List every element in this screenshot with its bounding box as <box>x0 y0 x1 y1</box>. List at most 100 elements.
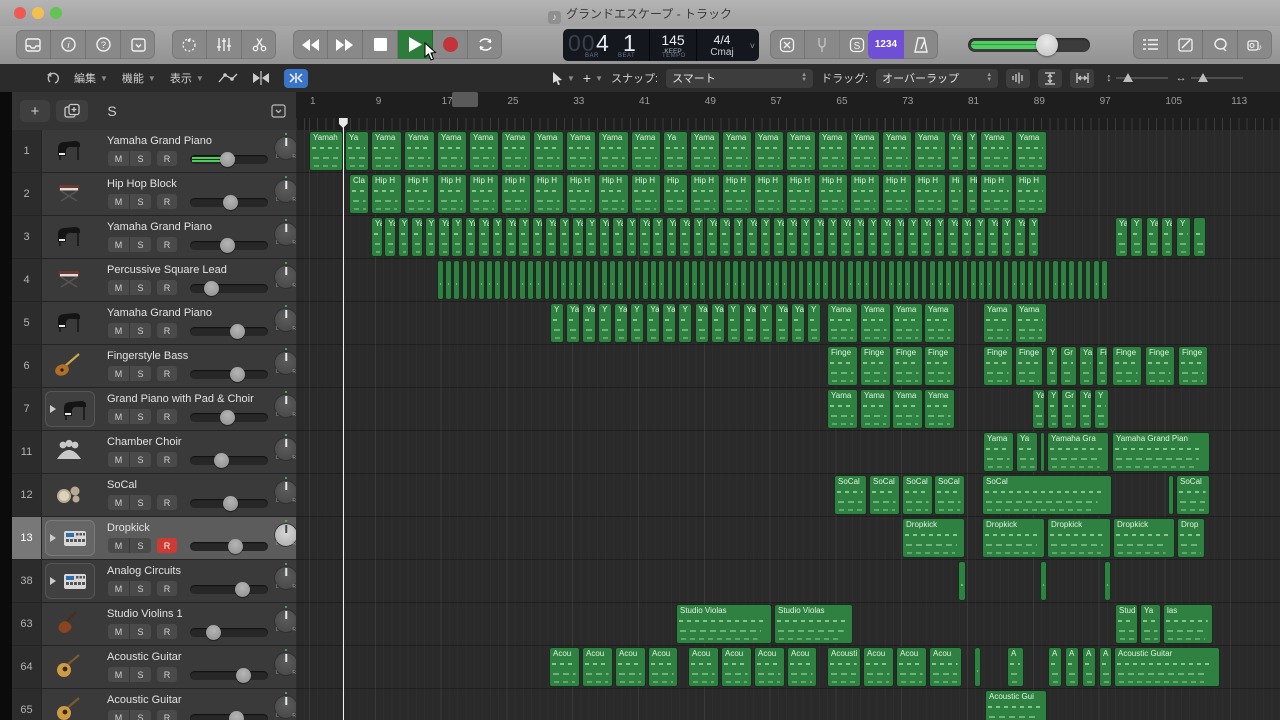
midi-region-sliver[interactable] <box>781 260 788 300</box>
midi-region[interactable]: Ya <box>1014 217 1026 257</box>
midi-region[interactable]: Ya <box>786 217 798 257</box>
mute-button[interactable]: M <box>108 237 130 252</box>
midi-region-sliver[interactable] <box>601 260 608 300</box>
track-name[interactable]: Yamaha Grand Piano <box>107 135 212 147</box>
loop-browser-icon[interactable] <box>1203 30 1238 59</box>
midi-region[interactable]: Dropkick <box>1113 518 1175 558</box>
midi-region[interactable]: Ya <box>465 217 477 257</box>
solo-button[interactable]: S <box>130 538 151 553</box>
midi-region[interactable]: Ya <box>775 303 789 343</box>
track-volume-slider[interactable] <box>190 542 268 551</box>
smart-controls-icon[interactable] <box>172 30 207 59</box>
midi-region-sliver[interactable] <box>478 260 485 300</box>
track-volume-slider[interactable] <box>190 241 268 250</box>
pan-knob[interactable]: LR <box>274 566 298 590</box>
midi-region[interactable]: Hip H <box>818 174 848 214</box>
midi-region[interactable]: Ya <box>582 303 596 343</box>
midi-region-sliver[interactable] <box>683 260 690 300</box>
midi-region-sliver[interactable] <box>1052 260 1059 300</box>
midi-region[interactable]: Y <box>585 217 597 257</box>
track-disclosure[interactable] <box>45 391 95 427</box>
midi-region-sliver[interactable] <box>1003 260 1010 300</box>
midi-region[interactable]: Finge <box>1112 346 1142 386</box>
midi-region[interactable]: SoCal <box>982 475 1112 515</box>
midi-region-sliver[interactable] <box>814 260 821 300</box>
midi-region[interactable]: Yama <box>924 303 955 343</box>
midi-region[interactable]: Yama <box>914 131 946 171</box>
master-solo-button[interactable]: S <box>98 100 126 122</box>
midi-region[interactable]: Y <box>733 217 745 257</box>
record-enable-button[interactable]: R <box>157 366 177 381</box>
midi-region[interactable]: A <box>1007 647 1024 687</box>
midi-region[interactable]: Hip <box>663 174 688 214</box>
midi-region-sliver[interactable] <box>494 260 501 300</box>
midi-region[interactable]: Ya <box>961 217 973 257</box>
replace-mode-icon[interactable] <box>770 30 805 59</box>
midi-region-sliver[interactable] <box>790 260 797 300</box>
disclosure-triangle-icon[interactable] <box>50 577 56 585</box>
midi-region[interactable]: Hip H <box>786 174 816 214</box>
record-button[interactable] <box>433 30 468 59</box>
pan-knob[interactable]: LR <box>274 523 298 547</box>
midi-region[interactable]: Y <box>807 303 821 343</box>
midi-region[interactable]: Hip H <box>631 174 661 214</box>
midi-region-sliver[interactable] <box>503 260 510 300</box>
midi-region-sliver[interactable] <box>855 260 862 300</box>
mute-button[interactable]: M <box>108 581 130 596</box>
midi-region[interactable]: Ya <box>345 131 369 171</box>
midi-region-sliver[interactable] <box>535 260 542 300</box>
mute-button[interactable]: M <box>108 667 130 682</box>
midi-region-sliver[interactable] <box>913 260 920 300</box>
cycle-region[interactable] <box>452 92 478 107</box>
midi-region[interactable]: Acoustic Guitar <box>1114 647 1220 687</box>
midi-region[interactable]: Yama <box>404 131 435 171</box>
midi-region[interactable]: Ya <box>920 217 932 257</box>
midi-region[interactable]: Ya <box>813 217 825 257</box>
midi-region-sliver[interactable] <box>519 260 526 300</box>
midi-region-sliver[interactable] <box>445 260 452 300</box>
midi-region[interactable]: Yama <box>566 131 596 171</box>
midi-region-sliver[interactable] <box>609 260 616 300</box>
midi-region-sliver[interactable] <box>1044 260 1051 300</box>
midi-region-sliver[interactable] <box>576 260 583 300</box>
pan-knob[interactable]: LR <box>274 394 298 418</box>
midi-region-sliver[interactable] <box>798 260 805 300</box>
midi-region[interactable]: Ya <box>948 131 964 171</box>
midi-region-sliver[interactable] <box>1011 260 1018 300</box>
midi-region-sliver[interactable] <box>929 260 936 300</box>
midi-region[interactable]: Drop <box>1177 518 1205 558</box>
midi-region-sliver[interactable] <box>658 260 665 300</box>
midi-region[interactable]: Yama <box>827 389 858 429</box>
midi-region-sliver[interactable] <box>1036 260 1043 300</box>
midi-region-sliver[interactable] <box>462 260 469 300</box>
midi-region-sliver[interactable] <box>1093 260 1100 300</box>
midi-region-sliver[interactable] <box>1027 260 1034 300</box>
horizontal-auto-zoom-button[interactable] <box>1070 69 1094 88</box>
count-in-button[interactable]: 1234 <box>868 30 904 59</box>
solo-button[interactable]: S <box>130 194 151 209</box>
midi-region[interactable]: Ya <box>411 217 423 257</box>
midi-region[interactable]: SoCal <box>902 475 933 515</box>
midi-region-sliver[interactable] <box>822 260 829 300</box>
midi-region[interactable]: Ya <box>599 217 611 257</box>
midi-region[interactable]: Ya <box>639 217 651 257</box>
midi-region[interactable]: Y <box>1094 389 1109 429</box>
midi-region[interactable]: Ya <box>1161 217 1173 257</box>
pan-knob[interactable]: LR <box>274 437 298 461</box>
midi-region[interactable]: Ya <box>532 217 544 257</box>
midi-region[interactable]: Y <box>760 217 772 257</box>
midi-region[interactable]: A <box>1048 647 1062 687</box>
tuner-icon[interactable] <box>805 30 840 59</box>
track-name[interactable]: Chamber Choir <box>107 436 182 448</box>
track-name[interactable]: Acoustic Guitar <box>107 694 182 706</box>
midi-region[interactable]: Ya <box>791 303 805 343</box>
midi-region-sliver[interactable] <box>1193 217 1206 257</box>
duplicate-track-button[interactable] <box>56 100 88 122</box>
midi-region-sliver[interactable] <box>1040 432 1045 472</box>
track-name[interactable]: Grand Piano with Pad & Choir <box>107 393 254 405</box>
midi-region-sliver[interactable] <box>1040 561 1047 601</box>
solo-button[interactable]: S <box>130 624 151 639</box>
midi-region[interactable]: Ya <box>545 217 557 257</box>
midi-region[interactable]: Dropkick <box>1047 518 1111 558</box>
note-pads-icon[interactable] <box>1168 30 1203 59</box>
